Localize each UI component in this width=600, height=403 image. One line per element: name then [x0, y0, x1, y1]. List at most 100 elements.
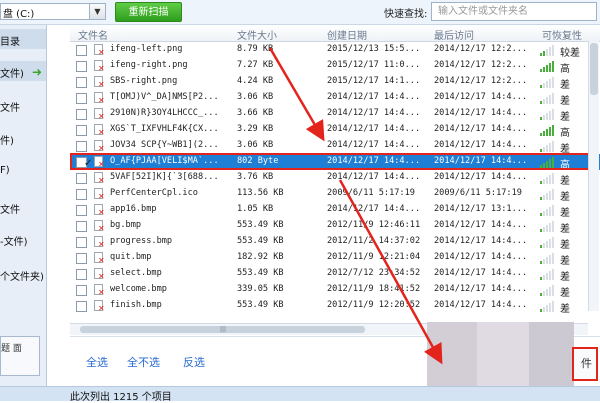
drive-label: 盘 (C:) [3, 9, 35, 20]
signal-bar [543, 307, 545, 312]
signal-bars-icon [540, 300, 554, 312]
x-icon: ✕ [98, 240, 105, 249]
file-name: ifeng-right.png [110, 60, 188, 70]
toolbar: 盘 (C:) ▼ 重新扫描 快速查找: 输入文件或文件夹名 [0, 0, 600, 25]
signal-bar [549, 287, 551, 296]
select-none-link[interactable]: 全不选 [127, 354, 160, 370]
table-row[interactable]: ✕ select.bmp 553.49 KB 2012/7/12 23:34:52 20… [70, 266, 600, 283]
column-header-created[interactable]: 创建日期 [327, 27, 367, 42]
scroll-thumb[interactable]: ||| [80, 326, 365, 333]
accessed-date: 2014/12/17 14:4... [434, 236, 528, 246]
row-checkbox[interactable] [76, 301, 87, 312]
signal-bar [552, 93, 554, 104]
created-date: 2014/12/17 14:4... [327, 124, 421, 134]
signal-bar [540, 245, 542, 248]
row-checkbox[interactable] [76, 173, 87, 184]
row-checkbox[interactable] [76, 285, 87, 296]
recover-button[interactable]: 件 [572, 347, 598, 381]
signal-bar [546, 273, 548, 280]
chevron-down-icon[interactable]: ▼ [89, 4, 105, 19]
created-date: 2014/12/17 14:4... [327, 108, 421, 118]
signal-bar [546, 257, 548, 264]
signal-bars-icon [540, 44, 554, 56]
recoverability-level: 差 [560, 208, 570, 219]
file-name: finish.bmp [110, 300, 162, 310]
column-header-size[interactable]: 文件大小 [237, 27, 277, 42]
signal-bar [549, 271, 551, 280]
column-header-recoverability[interactable]: 可恢复性 [542, 27, 582, 42]
row-checkbox[interactable] [76, 77, 87, 88]
row-checkbox[interactable] [76, 61, 87, 72]
accessed-date: 2014/12/17 14:4... [434, 268, 528, 278]
signal-bar [543, 211, 545, 216]
column-header-accessed[interactable]: 最后访问 [434, 27, 474, 42]
row-checkbox[interactable] [76, 237, 87, 248]
row-checkbox[interactable] [76, 93, 87, 104]
table-row[interactable]: ✕ JOV34 SCP{Y~WB1](2... 3.06 KB 2014/12/17 … [70, 138, 600, 155]
file-deleted-icon: ✕ [94, 140, 105, 153]
row-checkbox[interactable] [76, 141, 87, 152]
row-checkbox[interactable] [76, 109, 87, 120]
file-deleted-icon: ✕ [94, 60, 105, 73]
sidebar-item[interactable]: 文件 [0, 197, 46, 217]
table-row[interactable]: ✕ 5VAF[52I]K]{`3[688... 3.76 KB 2014/12/17 … [70, 170, 600, 187]
file-size: 182.92 KB [237, 252, 284, 262]
vertical-scrollbar[interactable] [588, 41, 599, 311]
table-row[interactable]: ✕ PerfCenterCpl.ico 113.56 KB 2009/6/11 5:1… [70, 186, 600, 203]
table-row[interactable]: ✕ ifeng-left.png 8.79 KB 2015/12/13 15:5...… [70, 42, 600, 59]
recoverability-level: 高 [560, 128, 570, 139]
signal-bar [549, 111, 551, 120]
created-date: 2015/12/17 11:0... [327, 60, 421, 70]
search-input[interactable]: 输入文件或文件夹名 [431, 2, 597, 21]
file-name: 5VAF[52I]K]{`3[688... [110, 172, 219, 182]
table-row[interactable]: ✕ T[OMJ)V^_DA]NMS[P2... 3.06 KB 2014/12/17 … [70, 90, 600, 107]
created-date: 2012/11/9 18:41:52 [327, 284, 421, 294]
table-row[interactable]: ✕ progress.bmp 553.49 KB 2012/11/2 14:37:02… [70, 234, 600, 251]
signal-bar [543, 51, 545, 56]
signal-bar [546, 49, 548, 56]
table-row[interactable]: ✕ 2910N)R}3OY4LHCCC_... 3.66 KB 2014/12/17 … [70, 106, 600, 123]
row-checkbox[interactable] [76, 221, 87, 232]
sidebar: 目录 文件) ➜ 文件 件) F) 文件 -文件) 个文件夹) 题 面 [0, 25, 47, 386]
invert-selection-link[interactable]: 反选 [183, 354, 205, 370]
sidebar-item[interactable]: 文件 [0, 95, 46, 115]
file-name: XGS`T_IXFVHLF4K{CX... [110, 124, 219, 134]
column-header-name[interactable]: 文件名 [78, 27, 108, 42]
sidebar-bottom-button[interactable]: 题 面 [0, 336, 40, 376]
table-row[interactable]: ✕ SBS-right.png 4.24 KB 2015/12/17 14:1... 2… [70, 74, 600, 91]
accessed-date: 2014/12/17 14:4... [434, 124, 528, 134]
recoverability-level: 差 [560, 224, 570, 235]
drive-select[interactable]: 盘 (C:) ▼ [0, 3, 106, 20]
row-checkbox[interactable] [76, 269, 87, 280]
file-name: T[OMJ)V^_DA]NMS[P2... [110, 92, 219, 102]
row-checkbox[interactable] [76, 189, 87, 200]
row-checkbox[interactable] [76, 253, 87, 264]
table-row[interactable]: ✕ finish.bmp 553.49 KB 2012/11/9 12:20:52 20… [70, 298, 600, 315]
signal-bar [546, 289, 548, 296]
sidebar-item[interactable]: 个文件夹) [0, 264, 46, 284]
rescan-button[interactable]: 重新扫描 [115, 2, 182, 22]
table-row[interactable]: ✕ bg.bmp 553.49 KB 2012/11/9 12:46:11 2014/1… [70, 218, 600, 235]
sidebar-item[interactable]: 目录 [0, 29, 46, 49]
file-table: 文件名 文件大小 创建日期 最后访问 可恢复性 ✕ ifeng-left.png 8… [70, 25, 600, 325]
row-checkbox[interactable] [76, 45, 87, 56]
sidebar-item[interactable]: -文件) [0, 229, 46, 249]
scroll-thumb[interactable] [590, 43, 598, 95]
table-row[interactable]: ✕ app16.bmp 1.05 KB 2014/12/17 14:4... 2014/… [70, 202, 600, 219]
select-all-link[interactable]: 全选 [86, 354, 108, 370]
row-checkbox[interactable] [76, 205, 87, 216]
table-row[interactable]: ✕ ifeng-right.png 7.27 KB 2015/12/17 11:0..… [70, 58, 600, 75]
table-row[interactable]: ✕ quit.bmp 182.92 KB 2012/11/9 12:21:04 2014… [70, 250, 600, 267]
signal-bar [543, 67, 545, 72]
recoverability-level: 差 [560, 112, 570, 123]
sidebar-item[interactable]: 件) [0, 128, 46, 148]
table-row[interactable]: ✕ XGS`T_IXFVHLF4K{CX... 3.29 KB 2014/12/17 … [70, 122, 600, 139]
file-size: 3.06 KB [237, 92, 274, 102]
table-row[interactable]: ✕ welcome.bmp 339.05 KB 2012/11/9 18:41:52 2… [70, 282, 600, 299]
signal-bar [540, 293, 542, 296]
signal-bar [552, 269, 554, 280]
file-size: 553.49 KB [237, 220, 284, 230]
row-checkbox[interactable] [76, 125, 87, 136]
signal-bar [552, 45, 554, 56]
sidebar-item[interactable]: F) [0, 161, 46, 181]
